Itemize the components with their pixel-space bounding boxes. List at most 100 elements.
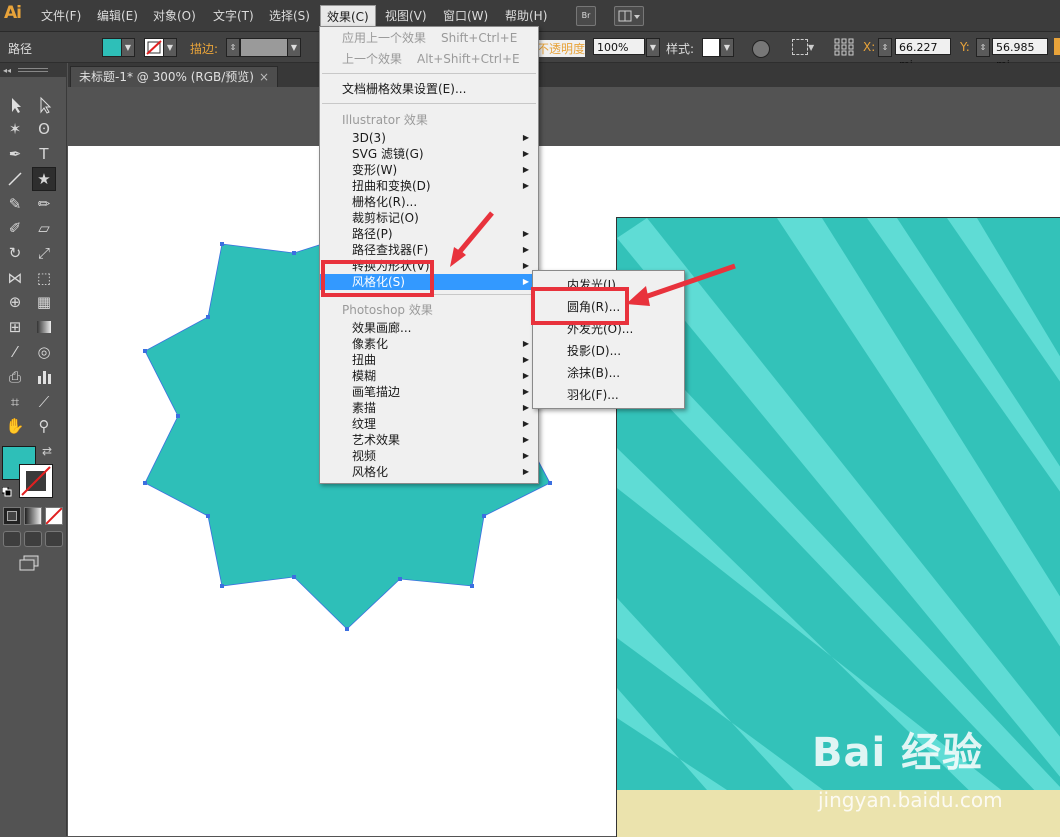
screen-mode-icon[interactable]	[18, 555, 40, 571]
eraser-tool-icon[interactable]: ▱	[33, 217, 55, 239]
menu-separator	[322, 73, 536, 74]
effect-3d-item[interactable]: 3D(3) ▶	[320, 130, 538, 146]
style-dropdown[interactable]: ▼	[720, 38, 734, 57]
default-fill-stroke-icon[interactable]	[1, 486, 12, 497]
fill-swatch[interactable]	[102, 38, 122, 57]
perspective-grid-tool-icon[interactable]: ▦	[33, 291, 55, 313]
none-mode-icon[interactable]	[45, 507, 63, 525]
menu-window[interactable]: 窗口(W)	[443, 7, 488, 24]
direct-selection-tool-icon[interactable]	[33, 94, 55, 116]
x-input[interactable]: 66.227 mi	[895, 38, 951, 71]
y-stepper[interactable]: ⇕	[976, 38, 990, 57]
document-tab-title: 未标题-1* @ 300% (RGB/预览)	[79, 70, 254, 84]
menu-edit[interactable]: 编辑(E)	[97, 7, 138, 24]
gradient-tool-icon[interactable]	[33, 316, 55, 338]
stroke-weight-stepper[interactable]: ⇕	[226, 38, 240, 57]
slice-tool-icon[interactable]: ⟋	[33, 391, 55, 413]
align-selection-icon[interactable]	[792, 39, 808, 55]
pencil-tool-icon[interactable]: ✏	[33, 193, 55, 215]
column-graph-tool-icon[interactable]	[33, 366, 55, 388]
draw-behind-icon[interactable]	[24, 531, 42, 547]
ps-artistic-item[interactable]: 艺术效果 ▶	[320, 432, 538, 448]
menu-object[interactable]: 对象(O)	[153, 7, 196, 24]
object-type-label: 路径	[8, 42, 33, 56]
menu-effect[interactable]: 效果(C)	[320, 5, 376, 28]
ps-effect-gallery-item[interactable]: 效果画廊...	[320, 320, 538, 336]
stylize-drop-shadow-item[interactable]: 投影(D)...	[533, 343, 684, 359]
paintbrush-tool-icon[interactable]: ✎	[4, 193, 26, 215]
menu-file[interactable]: 文件(F)	[41, 7, 81, 24]
width-tool-icon[interactable]: ⋈	[4, 267, 26, 289]
stroke-color-box[interactable]	[19, 464, 53, 498]
ps-video-item[interactable]: 视频 ▶	[320, 448, 538, 464]
effect-warp-item[interactable]: 变形(W) ▶	[320, 162, 538, 178]
ps-texture-item[interactable]: 纹理 ▶	[320, 416, 538, 432]
line-tool-icon[interactable]	[4, 168, 26, 190]
zoom-tool-icon[interactable]: ⚲	[33, 415, 55, 437]
ps-distort-item[interactable]: 扭曲 ▶	[320, 352, 538, 368]
scale-tool-icon[interactable]: ⤢	[33, 242, 55, 264]
menu-view[interactable]: 视图(V)	[385, 7, 427, 24]
menu-type[interactable]: 文字(T)	[213, 7, 254, 24]
gradient-mode-icon[interactable]	[24, 507, 42, 525]
symbol-sprayer-tool-icon[interactable]: ⎙	[4, 366, 26, 388]
blend-tool-icon[interactable]: ◎	[33, 341, 55, 363]
ps-pixelate-item[interactable]: 像素化 ▶	[320, 336, 538, 352]
stroke-dropdown-arrow[interactable]: ▼	[163, 38, 177, 57]
selection-tool-icon[interactable]	[4, 94, 26, 116]
swap-fill-stroke-icon[interactable]: ⇄	[42, 444, 52, 458]
menu-separator	[322, 103, 536, 104]
draw-inside-icon[interactable]	[45, 531, 63, 547]
recolor-artwork-icon[interactable]	[752, 40, 770, 58]
tools-panel-header[interactable]: ◂◂	[0, 63, 66, 77]
draw-normal-icon[interactable]	[3, 531, 21, 547]
free-transform-tool-icon[interactable]: ⬚	[33, 267, 55, 289]
opacity-input[interactable]: 100%	[593, 38, 645, 55]
stylize-feather-item[interactable]: 羽化(F)...	[533, 387, 684, 403]
stroke-label[interactable]: 描边:	[190, 40, 218, 57]
ps-blur-item[interactable]: 模糊 ▶	[320, 368, 538, 384]
ps-brush-strokes-item[interactable]: 画笔描边 ▶	[320, 384, 538, 400]
mesh-tool-icon[interactable]: ⊞	[4, 316, 26, 338]
artboard-tool-icon[interactable]: ⌗	[4, 391, 26, 413]
menu-select[interactable]: 选择(S)	[269, 7, 310, 24]
bridge-icon[interactable]: Br	[576, 6, 596, 26]
ps-stylize-item[interactable]: 风格化 ▶	[320, 464, 538, 480]
apply-last-effect-item[interactable]: 应用上一个效果 Shift+Ctrl+E	[320, 30, 538, 46]
fill-dropdown-arrow[interactable]: ▼	[121, 38, 135, 57]
hand-tool-icon[interactable]: ✋	[4, 415, 26, 437]
opacity-dropdown[interactable]: ▼	[646, 38, 660, 57]
shape-builder-tool-icon[interactable]: ⊕	[4, 291, 26, 313]
ps-sketch-item[interactable]: 素描 ▶	[320, 400, 538, 416]
eyedropper-tool-icon[interactable]: ⁄	[4, 341, 26, 363]
rotate-tool-icon[interactable]: ↻	[4, 242, 26, 264]
x-stepper[interactable]: ⇕	[878, 38, 892, 57]
pen-tool-icon[interactable]: ✒	[4, 143, 26, 165]
align-dropdown-icon[interactable]: ▼	[808, 43, 814, 52]
stylize-scribble-item[interactable]: 涂抹(B)...	[533, 365, 684, 381]
annotation-arrow-2	[626, 263, 736, 306]
arrange-documents-icon[interactable]	[614, 6, 644, 26]
blob-brush-tool-icon[interactable]: ✐	[4, 217, 26, 239]
graphic-style-swatch[interactable]	[702, 38, 720, 57]
document-tab[interactable]: 未标题-1* @ 300% (RGB/预览) ×	[70, 66, 278, 87]
x-label: X:	[863, 40, 876, 54]
stroke-swatch[interactable]	[144, 38, 164, 57]
effect-distort-transform-item[interactable]: 扭曲和变换(D) ▶	[320, 178, 538, 194]
menu-help[interactable]: 帮助(H)	[505, 7, 547, 24]
lasso-tool-icon[interactable]: ʘ	[33, 118, 55, 140]
last-effect-item[interactable]: 上一个效果 Alt+Shift+Ctrl+E	[320, 51, 538, 67]
stroke-weight-input[interactable]	[240, 38, 288, 57]
stroke-weight-dropdown[interactable]: ▼	[287, 38, 301, 57]
type-tool-icon[interactable]: T	[33, 143, 55, 165]
color-mode-icon[interactable]	[3, 507, 21, 525]
reference-point-icon[interactable]	[834, 38, 854, 59]
style-label: 样式:	[666, 42, 695, 56]
effect-svg-filters-item[interactable]: SVG 滤镜(G) ▶	[320, 146, 538, 162]
opacity-label[interactable]: 不透明度	[537, 40, 586, 57]
star-tool-icon[interactable]: ★	[32, 167, 56, 191]
y-input[interactable]: 56.985 mi	[992, 38, 1048, 71]
document-raster-settings-item[interactable]: 文档栅格效果设置(E)...	[320, 81, 538, 97]
tab-close-icon[interactable]: ×	[259, 67, 269, 87]
magic-wand-tool-icon[interactable]: ✶	[4, 118, 26, 140]
